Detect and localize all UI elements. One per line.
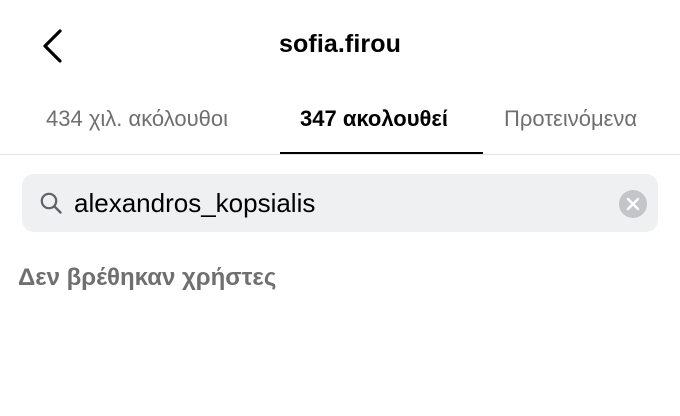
chevron-left-icon (43, 29, 62, 63)
clear-search-button[interactable] (619, 190, 647, 218)
search-icon (40, 192, 62, 214)
no-results-message: Δεν βρέθηκαν χρήστες (18, 264, 277, 291)
search-bar[interactable] (22, 174, 658, 232)
clear-icon (626, 197, 640, 211)
page-title: sofia.firou (279, 30, 401, 58)
tab-suggested[interactable]: Προτεινόμενα (504, 106, 637, 132)
tab-bar: ί 434 χιλ. ακόλουθοι 347 ακολουθεί Προτε… (0, 96, 680, 154)
tab-followers[interactable]: 434 χιλ. ακόλουθοι (46, 106, 228, 132)
top-bar: sofia.firou (0, 0, 680, 96)
tab-following[interactable]: 347 ακολουθεί (300, 106, 448, 132)
tabs-divider (0, 154, 680, 155)
back-button[interactable] (30, 24, 74, 68)
search-input[interactable] (74, 183, 594, 223)
